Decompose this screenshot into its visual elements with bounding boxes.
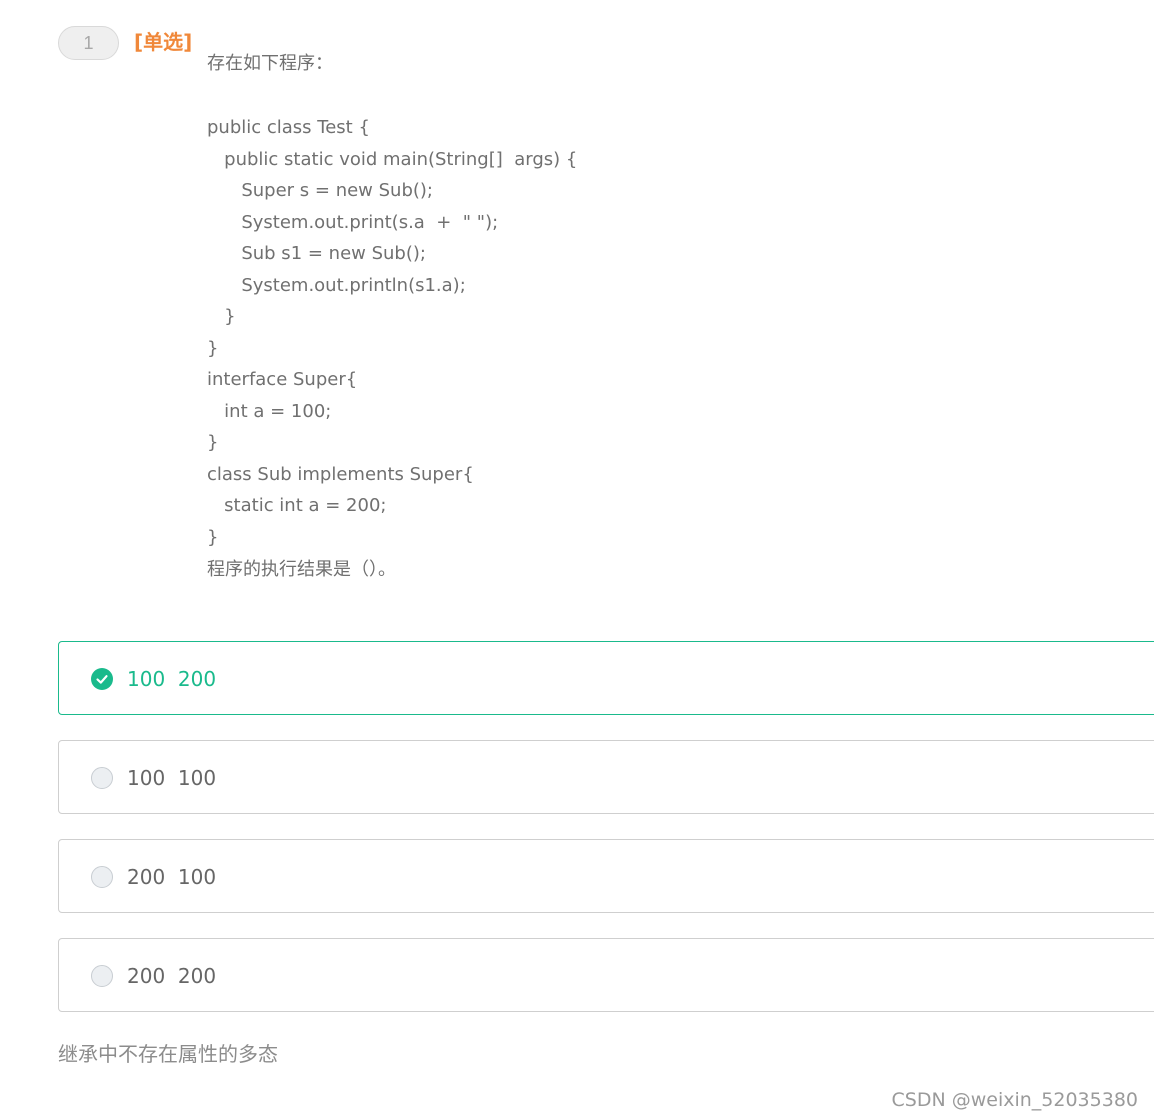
question-line: int a = 100; — [207, 401, 332, 422]
option-a[interactable]: 100 200 — [58, 641, 1154, 715]
question-line: static int a = 200; — [207, 495, 387, 516]
radio-unchecked-icon[interactable] — [91, 965, 113, 987]
question-line: } — [207, 306, 236, 327]
question-line: Sub s1 = new Sub(); — [207, 243, 426, 264]
option-d[interactable]: 200 200 — [58, 938, 1154, 1012]
question-line: 存在如下程序： — [207, 53, 333, 74]
question-line: } — [207, 432, 219, 453]
option-label: 200 100 — [127, 865, 217, 889]
option-b[interactable]: 100 100 — [58, 740, 1154, 814]
question-line: Super s = new Sub(); — [207, 180, 433, 201]
question-line: } — [207, 338, 219, 359]
radio-unchecked-icon[interactable] — [91, 866, 113, 888]
question-line: System.out.print(s.a + " "); — [207, 212, 499, 233]
question-line: public static void main(String[] args) { — [207, 149, 578, 170]
radio-checked-icon[interactable] — [91, 668, 113, 690]
watermark: CSDN @weixin_52035380 — [891, 1089, 1139, 1111]
option-c[interactable]: 200 100 — [58, 839, 1154, 913]
option-label: 100 200 — [127, 667, 217, 691]
question-line: public class Test { — [207, 117, 370, 138]
question-type-label: [单选] — [134, 30, 193, 54]
question-line: class Sub implements Super{ — [207, 464, 474, 485]
question-line: 程序的执行结果是（）。 — [207, 559, 396, 580]
option-label: 200 200 — [127, 964, 217, 988]
question-number-badge: 1 — [58, 26, 119, 60]
radio-unchecked-icon[interactable] — [91, 767, 113, 789]
option-label: 100 100 — [127, 766, 217, 790]
question-line: } — [207, 527, 219, 548]
question-line: System.out.println(s1.a); — [207, 275, 466, 296]
answer-analysis: 继承中不存在属性的多态 — [58, 1042, 278, 1066]
question-line: interface Super{ — [207, 369, 358, 390]
